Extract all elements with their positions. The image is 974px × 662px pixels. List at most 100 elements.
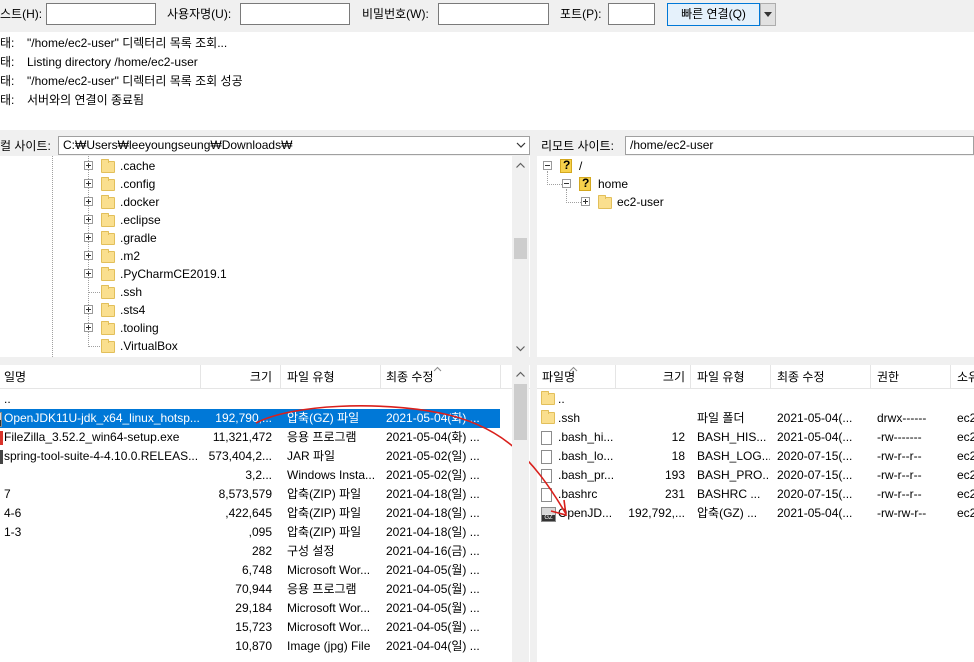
scrollbar-thumb[interactable] — [514, 384, 527, 440]
local-file-list[interactable]: 일명 크기 파일 유형 최종 수정 .. OpenJDK11U-jdk_x64_l… — [0, 365, 530, 662]
file-modified: 2020-07-15(... — [777, 468, 853, 482]
password-input[interactable] — [438, 3, 549, 25]
file-row[interactable]: .. — [0, 390, 500, 409]
collapse-minus-icon[interactable] — [562, 179, 571, 188]
expand-plus-icon[interactable] — [84, 215, 93, 224]
tree-item[interactable]: .config — [0, 175, 530, 193]
tree-item[interactable]: .docker — [0, 193, 530, 211]
expand-plus-icon[interactable] — [84, 161, 93, 170]
file-row[interactable]: .ssh 파일 폴더 2021-05-04(... drwx------ ec2 — [537, 409, 974, 428]
file-row[interactable]: 3,2... Windows Insta... 2021-05-02(일) ... — [0, 466, 500, 485]
file-row[interactable]: spring-tool-suite-4-4.10.0.RELEAS... 573,… — [0, 447, 500, 466]
file-type: 압축(ZIP) 파일 — [287, 487, 362, 501]
file-row[interactable]: 10,870 Image (jpg) File 2021-04-04(일) ... — [0, 637, 500, 656]
file-row[interactable]: 7 8,573,579 압축(ZIP) 파일 2021-04-18(일) ... — [0, 485, 500, 504]
file-name: .bashrc — [558, 487, 598, 501]
triangle-down-icon — [764, 12, 772, 17]
exe-icon — [0, 431, 3, 445]
expand-plus-icon[interactable] — [84, 233, 93, 242]
col-divider[interactable] — [870, 365, 871, 389]
host-input[interactable] — [46, 3, 156, 25]
expand-plus-icon[interactable] — [84, 323, 93, 332]
file-row[interactable]: .bash_lo... 18 BASH_LOG... 2020-07-15(... -r… — [537, 447, 974, 466]
tree-item[interactable]: .cache — [0, 157, 530, 175]
col-divider[interactable] — [500, 365, 501, 389]
col-divider[interactable] — [950, 365, 951, 389]
remote-directory-tree[interactable]: / home ec2-user — [537, 156, 974, 357]
expand-plus-icon[interactable] — [84, 197, 93, 206]
file-row[interactable]: 282 구성 설정 2021-04-16(금) ... — [0, 542, 500, 561]
quickconnect-button[interactable]: 빠른 연결(Q) — [667, 3, 760, 26]
local-list-scrollbar[interactable] — [512, 365, 529, 662]
expand-plus-icon[interactable] — [581, 197, 590, 206]
file-name: .bash_lo... — [558, 449, 614, 463]
file-row[interactable]: .. — [537, 390, 974, 409]
file-size: 15,723 — [235, 620, 272, 634]
username-input[interactable] — [240, 3, 350, 25]
sort-indicator-icon — [569, 366, 578, 372]
file-row[interactable]: 6,748 Microsoft Wor... 2021-04-05(월) ... — [0, 561, 500, 580]
file-row[interactable]: 29,184 Microsoft Wor... 2021-04-05(월) ... — [0, 599, 500, 618]
tree-item[interactable]: .ssh — [0, 283, 530, 301]
col-header-owner[interactable]: 소유 — [957, 365, 974, 389]
tree-item[interactable]: .VirtualBox — [0, 337, 530, 355]
file-name: .bash_pr... — [558, 468, 615, 482]
collapse-minus-icon[interactable] — [543, 161, 552, 170]
tree-item[interactable]: home — [537, 175, 974, 193]
file-permissions: -rw------- — [877, 430, 922, 444]
file-row[interactable]: 4-6 ,422,645 압축(ZIP) 파일 2021-04-18(일) ... — [0, 504, 500, 523]
local-directory-tree[interactable]: .cache .config .docker .eclipse .gradle .m2 .P… — [0, 156, 530, 357]
port-input[interactable] — [608, 3, 655, 25]
col-divider[interactable] — [770, 365, 771, 389]
tree-item[interactable]: .sts4 — [0, 301, 530, 319]
file-row[interactable]: 1-3 ,095 압축(ZIP) 파일 2021-04-18(일) ... — [0, 523, 500, 542]
col-header-name[interactable]: 일명 — [4, 365, 194, 389]
tree-item[interactable]: .tooling — [0, 319, 530, 337]
expand-plus-icon[interactable] — [84, 305, 93, 314]
remote-site-path-combobox[interactable]: /home/ec2-user — [625, 136, 974, 155]
file-row[interactable]: 15,723 Microsoft Wor... 2021-04-05(월) ... — [0, 618, 500, 637]
tree-item-label: .m2 — [120, 249, 141, 263]
quickconnect-history-button[interactable] — [760, 3, 776, 26]
port-label: 포트(P): — [560, 7, 602, 21]
file-row[interactable]: OpenJDK11U-jdk_x64_linux_hotsp... 192,790… — [0, 409, 500, 428]
file-type: 압축(ZIP) 파일 — [287, 506, 362, 520]
remote-file-list[interactable]: 파일명 크기 파일 유형 최종 수정 권한 소유 .. .ssh 파일 폴더 2021… — [537, 365, 974, 662]
col-header-type[interactable]: 파일 유형 — [697, 365, 767, 389]
tree-item[interactable]: / — [537, 157, 974, 175]
file-type: 압축(GZ) 파일 — [287, 411, 360, 425]
folder-icon — [101, 321, 115, 335]
tree-item[interactable]: .eclipse — [0, 211, 530, 229]
file-row[interactable]: 70,944 응용 프로그램 2021-04-05(월) ... — [0, 580, 500, 599]
tree-item[interactable]: ec2-user — [537, 193, 974, 211]
file-size: 18 — [671, 449, 685, 463]
file-row[interactable]: .bash_hi... 12 BASH_HIS... 2021-05-04(... -r… — [537, 428, 974, 447]
file-row[interactable]: .bash_pr... 193 BASH_PRO... 2020-07-15(... -… — [537, 466, 974, 485]
file-type: 응용 프로그램 — [287, 582, 357, 596]
file-size: 29,184 — [235, 601, 272, 615]
folder-icon — [101, 303, 115, 317]
col-header-size[interactable]: 크기 — [615, 365, 685, 389]
col-header-type[interactable]: 파일 유형 — [287, 365, 377, 389]
file-row[interactable]: .bashrc 231 BASHRC ... 2020-07-15(... -rw-r-… — [537, 485, 974, 504]
chevron-down-icon[interactable] — [515, 139, 527, 151]
col-header-permissions[interactable]: 권한 — [877, 365, 947, 389]
message-log[interactable]: 태: "/home/ec2-user" 디렉터리 목록 조회... 태: Lis… — [0, 32, 974, 130]
expand-plus-icon[interactable] — [84, 179, 93, 188]
tree-item[interactable]: .PyCharmCE2019.1 — [0, 265, 530, 283]
col-divider[interactable] — [690, 365, 691, 389]
col-divider[interactable] — [280, 365, 281, 389]
col-header-size[interactable]: 크기 — [200, 365, 272, 389]
file-row[interactable]: OpenJD... 192,792,... 압축(GZ) ... 2021-05-04… — [537, 504, 974, 523]
local-site-path-combobox[interactable]: C:₩Users₩leeyoungseung₩Downloads₩ — [58, 136, 530, 155]
expand-plus-icon[interactable] — [84, 269, 93, 278]
col-divider[interactable] — [380, 365, 381, 389]
expand-plus-icon[interactable] — [84, 251, 93, 260]
folder-icon — [541, 410, 555, 424]
tree-item[interactable]: .m2 — [0, 247, 530, 265]
tree-item[interactable]: .gradle — [0, 229, 530, 247]
log-status-prefix: 태: — [0, 36, 15, 50]
col-header-modified[interactable]: 최종 수정 — [777, 365, 867, 389]
file-row[interactable]: FileZilla_3.52.2_win64-setup.exe 11,321,4… — [0, 428, 500, 447]
scroll-up-icon[interactable] — [515, 369, 526, 380]
